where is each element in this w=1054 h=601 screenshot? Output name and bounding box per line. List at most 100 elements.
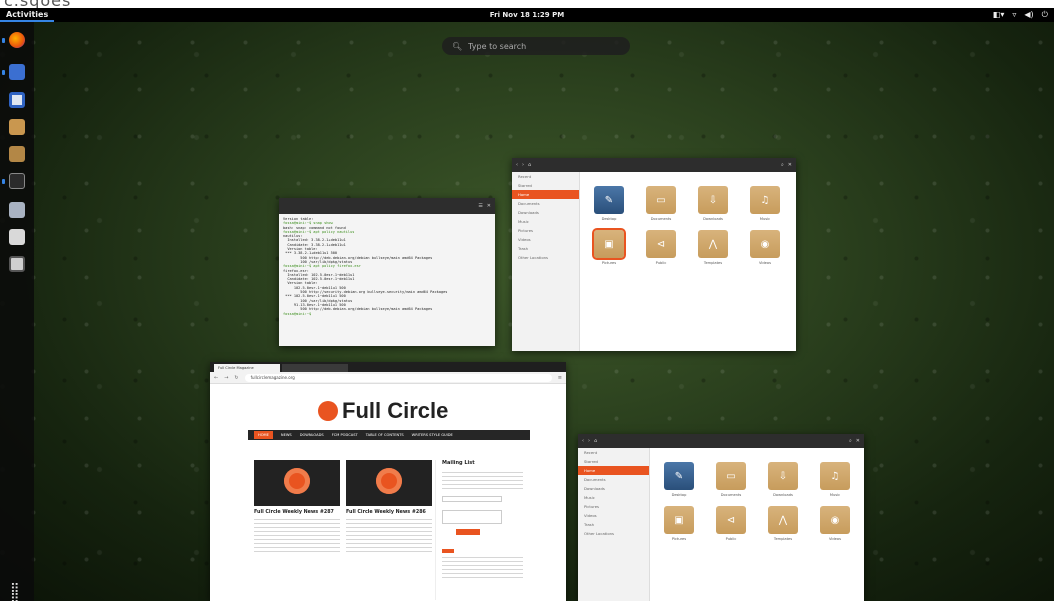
post-title[interactable]: Full Circle Weekly News #286 — [346, 510, 432, 515]
forward-icon[interactable]: › — [588, 438, 590, 444]
desktop-folder-icon[interactable]: ✎ — [594, 186, 624, 214]
public-folder-icon[interactable]: ⊲ — [716, 506, 746, 534]
captcha-box[interactable] — [442, 510, 502, 524]
nav-item[interactable]: HOME — [254, 431, 273, 439]
pictures-folder-icon[interactable]: ▣ — [592, 228, 626, 260]
files-window[interactable]: ‹ › ⌂ ⌕ ✕ Recent Starred Home Documents … — [512, 158, 796, 351]
sidebar-item[interactable]: Trash — [512, 244, 579, 253]
browser-window[interactable]: Full Circle Magazine ← → ↻ fullcirclemag… — [210, 362, 566, 601]
sidebar-item[interactable]: Music — [578, 493, 649, 502]
image-viewer-icon[interactable] — [9, 202, 25, 218]
folder-label: Pictures — [601, 261, 617, 265]
site-logo[interactable]: Full Circle — [318, 398, 448, 424]
public-folder-icon[interactable]: ⊲ — [646, 230, 676, 258]
reload-icon[interactable]: ↻ — [234, 375, 238, 381]
forward-icon[interactable]: → — [224, 375, 228, 381]
software-icon[interactable] — [9, 92, 25, 108]
search-box[interactable]: 🔍︎ Type to search — [442, 37, 630, 55]
show-applications-icon[interactable]: ⠿ ⠿ — [10, 583, 20, 601]
post-thumbnail[interactable] — [254, 460, 340, 506]
terminal-window[interactable]: ☰ ✕ Version table: fossa@mini:~$ snap sho… — [279, 198, 495, 346]
back-icon[interactable]: ‹ — [582, 438, 584, 444]
package-icon[interactable] — [9, 146, 25, 162]
sidebar-item[interactable]: Downloads — [578, 484, 649, 493]
post-thumbnail[interactable] — [346, 460, 432, 506]
menu-icon[interactable]: ☰ — [478, 203, 482, 209]
files-window[interactable]: ‹ › ⌂ ⌕ ✕ Recent Starred Home Documents … — [578, 434, 864, 601]
sidebar-item[interactable]: Home — [578, 466, 649, 475]
system-tray[interactable]: ◧▾ ▿ ◀) ⏻ — [993, 10, 1048, 20]
back-icon[interactable]: ‹ — [516, 162, 518, 168]
browser-tab[interactable]: Full Circle Magazine — [214, 364, 280, 372]
browser-tab[interactable] — [282, 364, 348, 372]
search-icon[interactable]: ⌕ — [849, 438, 852, 444]
sidebar-item[interactable]: Other Locations — [512, 253, 579, 262]
sidebar-item[interactable]: Starred — [512, 181, 579, 190]
volume-icon[interactable]: ◀) — [1024, 10, 1033, 20]
search-icon[interactable]: ⌕ — [781, 162, 784, 168]
terminal-titlebar[interactable]: ☰ ✕ — [279, 198, 495, 214]
email-field[interactable] — [442, 496, 502, 502]
post-card[interactable]: Full Circle Weekly News #286 — [346, 460, 432, 553]
files-titlebar[interactable]: ‹ › ⌂ ⌕ ✕ — [578, 434, 864, 448]
sidebar-item[interactable]: Videos — [578, 511, 649, 520]
home-icon[interactable]: ⌂ — [594, 438, 597, 444]
music-folder-icon[interactable]: ♫ — [820, 462, 850, 490]
archive-icon[interactable] — [9, 119, 25, 135]
sidebar-item[interactable]: Downloads — [512, 208, 579, 217]
close-icon[interactable]: ✕ — [856, 438, 860, 444]
downloads-folder-icon[interactable]: ⇩ — [698, 186, 728, 214]
templates-folder-icon[interactable]: ⋀ — [768, 506, 798, 534]
downloads-folder-icon[interactable]: ⇩ — [768, 462, 798, 490]
sidebar-item[interactable]: Trash — [578, 520, 649, 529]
sidebar-item[interactable]: Other Locations — [578, 529, 649, 538]
firefox-icon[interactable] — [9, 32, 25, 48]
videos-folder-icon[interactable]: ◉ — [820, 506, 850, 534]
back-icon[interactable]: ← — [214, 375, 218, 381]
videos-folder-icon[interactable]: ◉ — [750, 230, 780, 258]
sidebar-item[interactable]: Videos — [512, 235, 579, 244]
sidebar-item[interactable]: Documents — [512, 199, 579, 208]
clock[interactable]: Fri Nov 18 1:29 PM — [490, 11, 564, 19]
menu-icon[interactable]: ≡ — [558, 375, 562, 381]
subscribe-button[interactable] — [456, 529, 480, 535]
nav-item[interactable]: TABLE OF CONTENTS — [366, 433, 404, 437]
close-icon[interactable]: ✕ — [788, 162, 792, 168]
close-icon[interactable]: ✕ — [487, 203, 491, 209]
sidebar-item[interactable]: Recent — [578, 448, 649, 457]
templates-folder-icon[interactable]: ⋀ — [698, 230, 728, 258]
sidebar-item[interactable]: Pictures — [512, 226, 579, 235]
power-icon[interactable]: ⏻ — [1042, 10, 1048, 20]
nav-item[interactable]: WRITERS STYLE GUIDE — [412, 433, 453, 437]
address-bar[interactable]: fullcirclemagazine.org — [244, 373, 552, 382]
activities-button[interactable]: Activities — [0, 8, 55, 22]
mailing-list-widget: Mailing List — [435, 460, 523, 600]
folder-icon[interactable]: ▭ — [716, 462, 746, 490]
nav-item[interactable]: NEWS — [281, 433, 292, 437]
folder-icon[interactable]: ▭ — [646, 186, 676, 214]
forward-icon[interactable]: › — [522, 162, 524, 168]
pictures-folder-icon[interactable]: ▣ — [664, 506, 694, 534]
post-card[interactable]: Full Circle Weekly News #287 — [254, 460, 340, 553]
post-title[interactable]: Full Circle Weekly News #287 — [254, 510, 340, 515]
music-folder-icon[interactable]: ♫ — [750, 186, 780, 214]
home-icon[interactable]: ⌂ — [528, 162, 531, 168]
terminal-icon[interactable] — [9, 173, 25, 189]
files-sidebar: Recent Starred Home Documents Downloads … — [512, 172, 580, 351]
nav-item[interactable]: FCM PODCAST — [332, 433, 358, 437]
sidebar-item[interactable]: Music — [512, 217, 579, 226]
files-titlebar[interactable]: ‹ › ⌂ ⌕ ✕ — [512, 158, 796, 172]
sidebar-item[interactable]: Starred — [578, 457, 649, 466]
text-editor-icon[interactable] — [9, 229, 25, 245]
nav-item[interactable]: DOWNLOADS — [300, 433, 324, 437]
desktop-folder-icon[interactable]: ✎ — [664, 462, 694, 490]
screen-icon[interactable]: ◧▾ — [993, 10, 1005, 20]
calculator-icon[interactable] — [9, 256, 25, 272]
network-icon[interactable]: ▿ — [1012, 10, 1016, 20]
sidebar-item[interactable]: Home — [512, 190, 579, 199]
sidebar-item[interactable]: Pictures — [578, 502, 649, 511]
sidebar-item[interactable]: Recent — [512, 172, 579, 181]
terminal-output[interactable]: Version table: fossa@mini:~$ snap show bas… — [279, 214, 495, 319]
sidebar-item[interactable]: Documents — [578, 475, 649, 484]
document-viewer-icon[interactable] — [9, 64, 25, 80]
